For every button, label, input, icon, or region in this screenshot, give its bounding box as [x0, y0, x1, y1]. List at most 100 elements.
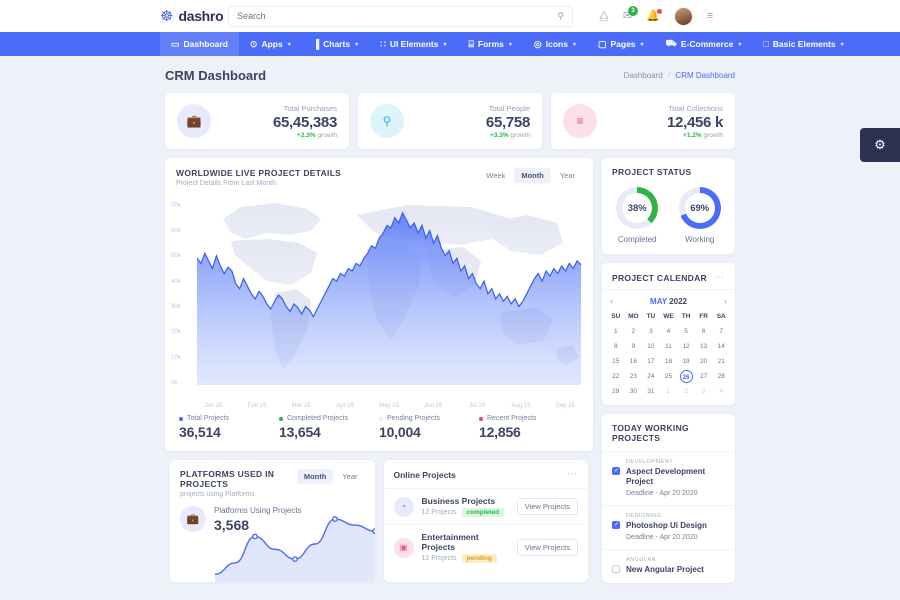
legend-value: 10,004 [379, 424, 421, 440]
chevron-left-icon[interactable]: ‹ [610, 296, 613, 306]
nav-item-pages[interactable]: ▢ Pages ▾ [587, 32, 655, 56]
project-category: ANGULAR [626, 557, 657, 563]
platforms-range-year[interactable]: Year [335, 469, 364, 484]
apps-icon: ⊙ [249, 38, 258, 49]
calendar-dow: WE [663, 313, 674, 320]
nav-item-apps[interactable]: ⊙ Apps ▾ [239, 32, 302, 56]
nav-item-e-commerce[interactable]: ⛟ E-Commerce ▾ [655, 32, 753, 56]
calendar-day[interactable]: 25 [660, 370, 678, 383]
platforms-subtitle: projects using Platforms [180, 491, 255, 498]
worldwide-area-chart: 70k 60k 50k 40k 30k 20k 10k 0k [165, 187, 593, 402]
range-month[interactable]: Month [514, 168, 551, 183]
nav-item-ui-elements[interactable]: ∷ UI Elements ▾ [369, 32, 457, 56]
calendar-dow: TU [646, 313, 656, 320]
expand-icon[interactable]: ⧋ [599, 10, 609, 22]
today-project-item: ANGULAR New Angular Project [602, 549, 735, 583]
nav-item-charts[interactable]: ▐ Charts ▾ [302, 32, 369, 56]
stat-value: 12,456 k [667, 113, 723, 131]
calendar-day[interactable]: 8 [607, 340, 625, 353]
calendar-day[interactable]: 6 [695, 325, 713, 338]
calendar-day[interactable]: 4 [712, 385, 730, 398]
y-axis-tick: 70k [171, 202, 181, 209]
chevron-right-icon[interactable]: › [724, 296, 727, 306]
calendar-day[interactable]: 1 [660, 385, 678, 398]
calendar-day[interactable]: 24 [642, 370, 660, 383]
bell-icon[interactable]: 🔔 [646, 8, 662, 22]
calendar-day[interactable]: 15 [607, 355, 625, 368]
nav-item-forms[interactable]: ⌸ Forms ▾ [457, 32, 522, 56]
calendar-day[interactable]: 2 [677, 385, 695, 398]
search-icon[interactable]: ⚲ [557, 11, 564, 22]
ellipsis-icon[interactable]: ⋯ [567, 469, 578, 480]
calendar-day[interactable]: 9 [625, 340, 643, 353]
calendar-day[interactable]: 16 [625, 355, 643, 368]
calendar-day-selected[interactable]: 26 [677, 370, 695, 383]
settings-fab-button[interactable]: ⚙ [860, 128, 900, 162]
calendar-day[interactable]: 23 [625, 370, 643, 383]
project-checkbox[interactable] [612, 467, 620, 475]
platforms-card: PLATFORMS USED IN PROJECTS projects usin… [170, 460, 375, 582]
calendar-day[interactable]: 12 [677, 340, 695, 353]
calendar-dow: FR [699, 313, 708, 320]
breadcrumb-current[interactable]: CRM Dashboard [675, 71, 735, 80]
calendar-day[interactable]: 27 [695, 370, 713, 383]
brand-logo[interactable]: ☸ dashro [0, 8, 224, 24]
briefcase-icon: 💼 [180, 506, 206, 532]
calendar-day[interactable]: 20 [695, 355, 713, 368]
calendar-day[interactable]: 31 [642, 385, 660, 398]
calendar-day[interactable]: 3 [642, 325, 660, 338]
nav-item-basic-elements[interactable]: □ Basic Elements ▾ [752, 32, 854, 56]
nav-item-label: Icons [545, 39, 568, 49]
mail-icon[interactable]: ✉ 3 [623, 5, 639, 22]
spark-point [371, 528, 375, 535]
calendar-day[interactable]: 18 [660, 355, 678, 368]
calendar-day[interactable]: 1 [607, 325, 625, 338]
calendar-day[interactable]: 30 [625, 385, 643, 398]
view-projects-button[interactable]: View Projects [516, 539, 578, 556]
calendar-day[interactable]: 11 [660, 340, 678, 353]
avatar[interactable] [673, 6, 693, 26]
platforms-range-month[interactable]: Month [296, 469, 334, 484]
x-axis-tick: Apr 19 [336, 403, 354, 409]
calendar-day[interactable]: 13 [695, 340, 713, 353]
sliders-icon[interactable]: ≡ [707, 10, 713, 22]
ellipsis-icon[interactable]: ⋯ [714, 272, 725, 283]
calendar-day[interactable]: 4 [660, 325, 678, 338]
range-week[interactable]: Week [479, 168, 512, 183]
calendar-day[interactable]: 21 [712, 355, 730, 368]
calendar-day[interactable]: 28 [712, 370, 730, 383]
calendar-day[interactable]: 17 [642, 355, 660, 368]
nav-item-icons[interactable]: ◎ Icons ▾ [523, 32, 587, 56]
project-checkbox[interactable] [612, 521, 620, 529]
search-input[interactable] [237, 11, 558, 21]
calendar-year: 2022 [669, 296, 687, 306]
y-axis-tick: 40k [171, 278, 181, 285]
nav-item-dashboard[interactable]: ▭ Dashboard [160, 32, 239, 56]
calendar-day[interactable]: 5 [677, 325, 695, 338]
calendar-day[interactable]: 29 [607, 385, 625, 398]
calendar-day[interactable]: 7 [712, 325, 730, 338]
calendar-day[interactable]: 3 [695, 385, 713, 398]
project-name[interactable]: New Angular Project [626, 565, 725, 575]
today-working-projects-card: TODAY WORKING PROJECTS DEVELOPMENT Aspect… [602, 414, 735, 583]
chevron-down-icon: ▾ [443, 41, 447, 48]
calendar-day[interactable]: 19 [677, 355, 695, 368]
stat-card: ≡ Total Collections 12,456 k +1.2% growth [551, 93, 735, 149]
stat-card: ⚲ Total People 65,758 +3.3% growth [358, 93, 542, 149]
view-projects-button[interactable]: View Projects [516, 498, 578, 515]
calendar-day[interactable]: 14 [712, 340, 730, 353]
nav-item-label: UI Elements [389, 39, 439, 49]
online-projects-card: Online Projects ⋯ ◔ Business Projects 12 P… [383, 460, 588, 582]
breadcrumb-root[interactable]: Dashboard [624, 71, 663, 80]
calendar-day[interactable]: 2 [625, 325, 643, 338]
calendar-day[interactable]: 10 [642, 340, 660, 353]
search-box[interactable]: ⚲ [228, 5, 573, 27]
chevron-down-icon: ▾ [508, 41, 512, 48]
project-name[interactable]: Photoshop Ui Design [626, 521, 725, 531]
project-name[interactable]: Aspect Development Project [626, 467, 725, 487]
range-year[interactable]: Year [553, 168, 582, 183]
project-checkbox[interactable] [612, 565, 620, 573]
calendar-today-marker[interactable]: 26 [679, 370, 693, 383]
ring-percent: 38% [622, 193, 653, 223]
calendar-day[interactable]: 22 [607, 370, 625, 383]
